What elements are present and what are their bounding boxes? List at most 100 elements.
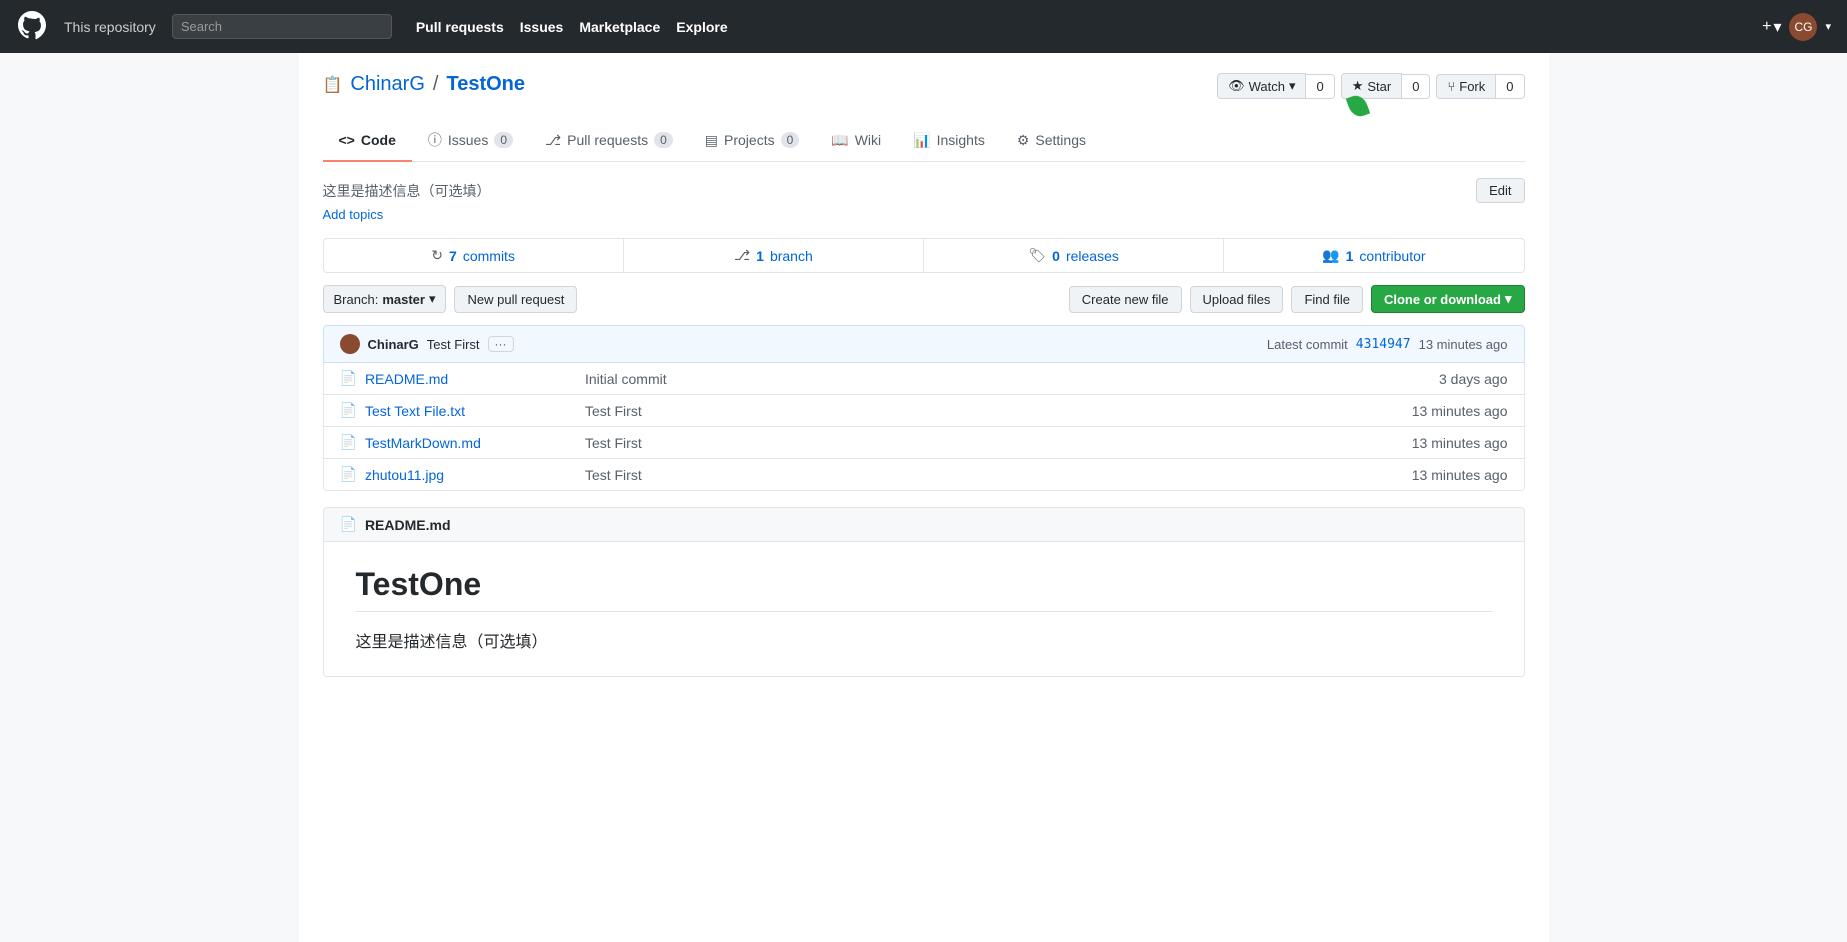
tab-projects[interactable]: ▤ Projects 0 (689, 120, 816, 162)
nav-issues[interactable]: Issues (520, 19, 564, 35)
commit-ellipsis-button[interactable]: ··· (488, 336, 514, 352)
nav-marketplace[interactable]: Marketplace (579, 19, 660, 35)
projects-badge: 0 (781, 132, 800, 148)
avatar[interactable]: CG (1789, 13, 1817, 41)
repo-tabs: <> Code ⓘ Issues 0 ⎇ Pull requests 0 ▤ P… (323, 120, 1525, 162)
nav-pull-requests[interactable]: Pull requests (416, 19, 504, 35)
issues-icon: ⓘ (428, 130, 442, 150)
watch-caret-icon: ▾ (1289, 78, 1296, 94)
branch-selector[interactable]: Branch: master ▾ (323, 285, 447, 313)
repo-description-section: 这里是描述信息（可选填） Edit (323, 178, 1525, 203)
file-icon: 📄 (340, 402, 357, 419)
table-row: 📄 TestMarkDown.md Test First 13 minutes … (324, 427, 1524, 459)
projects-icon: ▤ (705, 132, 718, 149)
file-controls-right: Create new file Upload files Find file C… (1069, 285, 1525, 313)
nav-explore[interactable]: Explore (676, 19, 727, 35)
file-table: 📄 README.md Initial commit 3 days ago 📄 … (323, 363, 1525, 491)
clone-or-download-button[interactable]: Clone or download ▾ (1371, 285, 1525, 313)
commit-avatar (340, 334, 360, 354)
tab-code[interactable]: <> Code (323, 120, 412, 162)
issues-badge: 0 (494, 132, 513, 148)
file-name-readme[interactable]: README.md (365, 371, 585, 387)
commit-author[interactable]: ChinarG (368, 337, 419, 352)
create-new-file-button[interactable]: Create new file (1069, 286, 1182, 313)
branches-stat[interactable]: ⎇ 1 branch (624, 239, 924, 272)
fork-label: Fork (1459, 79, 1485, 94)
repo-actions: 👁 Watch ▾ 0 ★ Star 0 ⑂ Fork (1217, 73, 1524, 99)
search-input[interactable] (172, 14, 392, 39)
commits-stat[interactable]: ↻ 7 commits (324, 239, 624, 272)
avatar-caret-icon: ▾ (1825, 20, 1831, 33)
star-count: 0 (1402, 74, 1430, 99)
repo-description-text: 这里是描述信息（可选填） (323, 181, 491, 201)
branch-name: master (382, 292, 425, 307)
branch-label-text: Branch: (334, 292, 379, 307)
watch-button[interactable]: 👁 Watch ▾ (1217, 73, 1306, 99)
tab-issues[interactable]: ⓘ Issues 0 (412, 120, 529, 162)
readme-file-icon: 📄 (340, 516, 357, 533)
tab-settings-label: Settings (1035, 132, 1086, 148)
tab-projects-label: Projects (724, 132, 775, 148)
file-time-readme: 3 days ago (1388, 371, 1508, 387)
branches-icon: ⎇ (734, 247, 750, 264)
insights-icon: 📊 (913, 132, 930, 149)
repo-header-section: 👁 Watch ▾ 0 ★ Star 0 ⑂ Fork (323, 73, 1525, 112)
add-topics-link[interactable]: Add topics (323, 207, 1525, 222)
repo-owner-link[interactable]: ChinarG (350, 73, 424, 96)
branches-count: 1 (756, 248, 764, 264)
clone-label: Clone or download (1384, 292, 1501, 307)
eye-icon: 👁 (1228, 78, 1245, 94)
contributors-label: contributor (1359, 248, 1425, 264)
file-msg-readme: Initial commit (585, 371, 1388, 387)
tab-pull-requests[interactable]: ⎇ Pull requests 0 (529, 120, 689, 162)
find-file-button[interactable]: Find file (1291, 286, 1363, 313)
edit-description-button[interactable]: Edit (1476, 178, 1524, 203)
watch-group: 👁 Watch ▾ 0 (1217, 73, 1335, 99)
topnav-right: + ▾ CG ▾ (1762, 13, 1831, 41)
wiki-icon: 📖 (831, 132, 848, 149)
readme-description: 这里是描述信息（可选填） (356, 628, 1492, 652)
file-msg-testmarkdown: Test First (585, 435, 1388, 451)
latest-commit-label: Latest commit (1267, 337, 1348, 352)
github-logo[interactable] (16, 9, 48, 44)
file-icon: 📄 (340, 370, 357, 387)
releases-stat[interactable]: 🏷 0 releases (924, 239, 1224, 272)
dropdown-caret-icon: ▾ (1773, 17, 1781, 37)
nav-links: Pull requests Issues Marketplace Explore (416, 19, 728, 35)
commit-meta: Latest commit 4314947 13 minutes ago (1267, 337, 1508, 352)
contributors-stat[interactable]: 👥 1 contributor (1224, 239, 1523, 272)
file-name-zhutou[interactable]: zhutou11.jpg (365, 467, 585, 483)
readme-title: TestOne (356, 566, 1492, 612)
commit-message: Test First (427, 337, 480, 352)
upload-files-button[interactable]: Upload files (1190, 286, 1284, 313)
repo-separator: / (433, 73, 439, 96)
clone-caret-icon: ▾ (1505, 291, 1512, 307)
file-time-testtext: 13 minutes ago (1388, 403, 1508, 419)
file-name-testmarkdown[interactable]: TestMarkDown.md (365, 435, 585, 451)
star-button[interactable]: ★ Star (1341, 73, 1403, 99)
readme-header-label: README.md (365, 517, 451, 533)
table-row: 📄 README.md Initial commit 3 days ago (324, 363, 1524, 395)
new-pull-request-button[interactable]: New pull request (454, 286, 577, 313)
file-name-testtext[interactable]: Test Text File.txt (365, 403, 585, 419)
watch-count: 0 (1306, 74, 1334, 99)
star-label: Star (1367, 79, 1391, 94)
new-item-button[interactable]: + ▾ (1762, 17, 1781, 37)
tab-wiki[interactable]: 📖 Wiki (815, 120, 897, 162)
repo-name-link[interactable]: TestOne (446, 73, 525, 96)
file-controls: Branch: master ▾ New pull request Create… (323, 285, 1525, 313)
file-time-zhutou: 13 minutes ago (1388, 467, 1508, 483)
fork-button[interactable]: ⑂ Fork (1436, 74, 1496, 99)
pr-icon: ⎇ (545, 132, 561, 149)
fork-icon: ⑂ (1447, 79, 1455, 94)
plus-icon: + (1762, 18, 1771, 36)
tab-insights[interactable]: 📊 Insights (897, 120, 1001, 162)
repo-title: 📋 ChinarG / TestOne (323, 73, 1218, 96)
commit-sha[interactable]: 4314947 (1356, 337, 1411, 352)
code-icon: <> (339, 132, 355, 148)
fork-group: ⑂ Fork 0 (1436, 74, 1524, 99)
contributors-icon: 👥 (1322, 247, 1339, 264)
releases-label: releases (1066, 248, 1119, 264)
tab-pr-label: Pull requests (567, 132, 648, 148)
tab-settings[interactable]: ⚙ Settings (1001, 120, 1102, 162)
